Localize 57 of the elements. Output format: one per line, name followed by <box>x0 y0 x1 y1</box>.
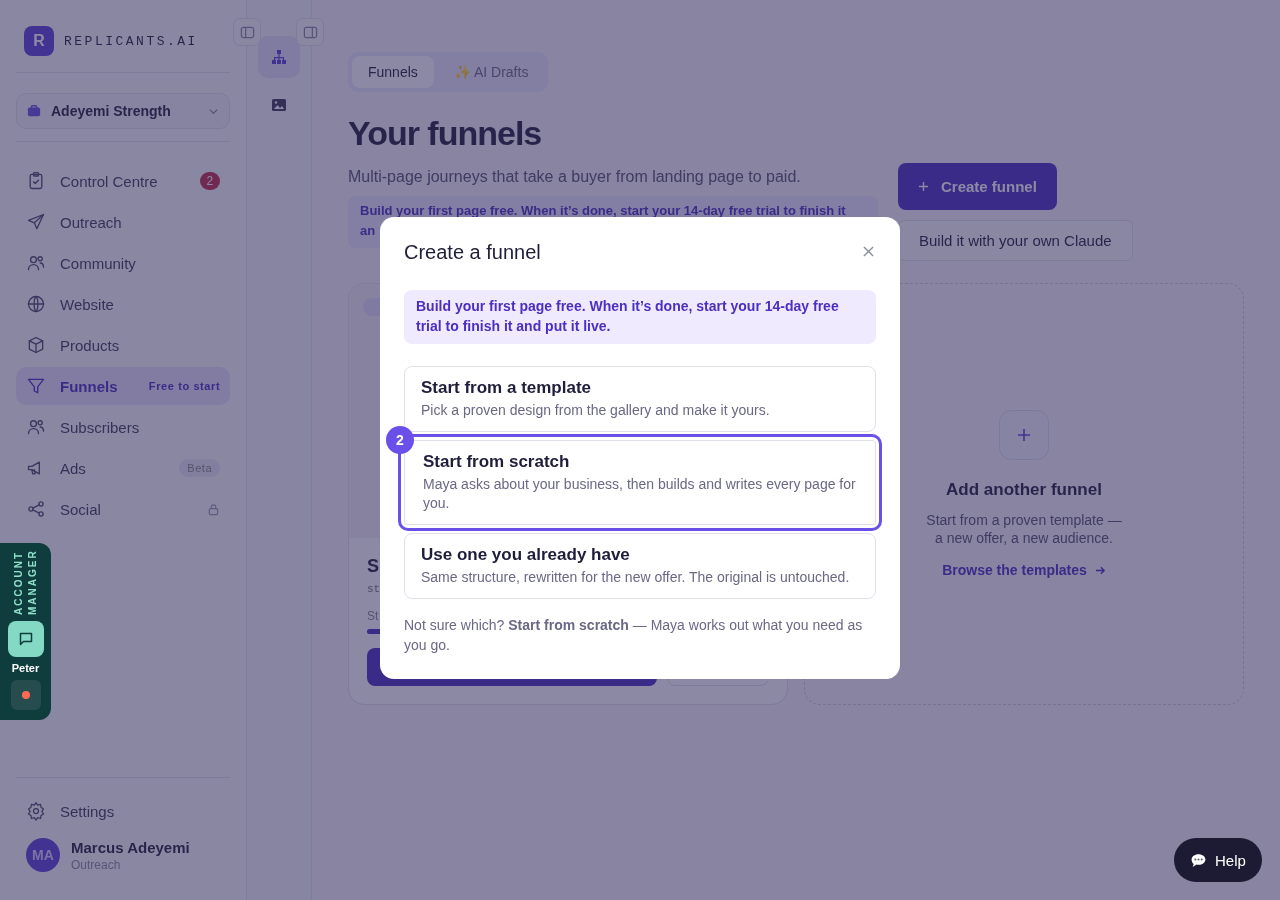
settings-link[interactable]: Settings <box>16 792 231 830</box>
share-icon <box>26 499 46 519</box>
plus-icon <box>918 181 929 192</box>
arrow-right-icon <box>1094 564 1106 576</box>
card-title: Add another funnel <box>946 480 1102 500</box>
help-button[interactable]: Help <box>1174 838 1262 882</box>
plus-icon <box>999 410 1049 460</box>
nav-item[interactable]: Outreach <box>16 203 231 241</box>
build-with-claude-button[interactable]: Build it with your own Claude <box>898 220 1133 261</box>
dialog-notice: Build your first page free. When it’s done, start your 14-day free trial to finish it and put it live. <box>404 290 876 344</box>
create-funnel-button[interactable]: Create funnel <box>898 163 1057 210</box>
page-subtitle: Multi-page journeys that take a buyer from landing page to paid. <box>348 168 802 186</box>
people-icon <box>26 253 46 273</box>
card-text: a new offer, a new audience. <box>935 530 1113 546</box>
manager-name: Peter <box>11 662 40 674</box>
user-avatar: MA <box>26 838 60 872</box>
briefcase-icon <box>27 104 41 118</box>
sidebar-toggle-icon[interactable] <box>233 18 262 46</box>
nav-item[interactable]: Social <box>16 490 231 528</box>
logo-mark: R <box>24 26 54 56</box>
widget-label: ACCOUNT MANAGER <box>11 553 39 615</box>
user-name: Marcus Adeyemi <box>71 838 190 856</box>
workspace-switcher[interactable]: Adeyemi Strength <box>16 93 231 129</box>
lock-icon <box>207 502 221 516</box>
banner-text: Build your first page free. When it’s done, start your 14-day free trial to finish it <box>360 202 846 220</box>
card-slug: st <box>367 583 381 595</box>
panel-toggle-icon[interactable] <box>296 18 324 46</box>
nav-item[interactable]: Subscribers <box>16 408 231 446</box>
status-button[interactable] <box>10 680 41 710</box>
notification-badge: 2 <box>199 172 221 190</box>
card-text: Start from a proven template — <box>926 512 1122 528</box>
sitemap-icon[interactable] <box>258 36 301 78</box>
option-card[interactable]: Start from a template Pick a proven design from the gallery and make it yours. <box>404 366 876 432</box>
tab[interactable]: Funnels <box>352 56 434 88</box>
step-badge: 2 <box>386 426 414 454</box>
browse-templates-link[interactable]: Browse the templates <box>942 562 1106 578</box>
nav-item[interactable]: Control Centre 2 <box>16 162 231 200</box>
paper-plane-icon <box>26 212 46 232</box>
speech-bubble-icon <box>1190 851 1207 869</box>
nav-item[interactable]: Funnels Free to start <box>16 367 231 405</box>
nav-item[interactable]: Community <box>16 244 231 282</box>
nav-note: Free to start <box>148 380 221 392</box>
nav-item[interactable]: Website <box>16 285 231 323</box>
funnel-icon <box>26 376 46 396</box>
card-title: S <box>367 556 379 577</box>
tab[interactable]: ✨ AI Drafts <box>437 56 545 88</box>
page-title: Your funnels <box>348 114 543 153</box>
banner-text: an <box>360 222 376 240</box>
globe-icon <box>26 294 46 314</box>
chat-icon[interactable] <box>7 621 44 657</box>
cube-icon <box>26 335 46 355</box>
nav-item[interactable]: Products <box>16 326 231 364</box>
option-card[interactable]: Use one you already have Same structure, rewritten for the new offer. The original is untouched. <box>404 533 876 599</box>
brand-name: REPLICANTS.AI <box>64 33 198 49</box>
dialog-title: Create a funnel <box>404 241 541 264</box>
settings-icon <box>26 801 46 821</box>
people-icon <box>26 417 46 437</box>
